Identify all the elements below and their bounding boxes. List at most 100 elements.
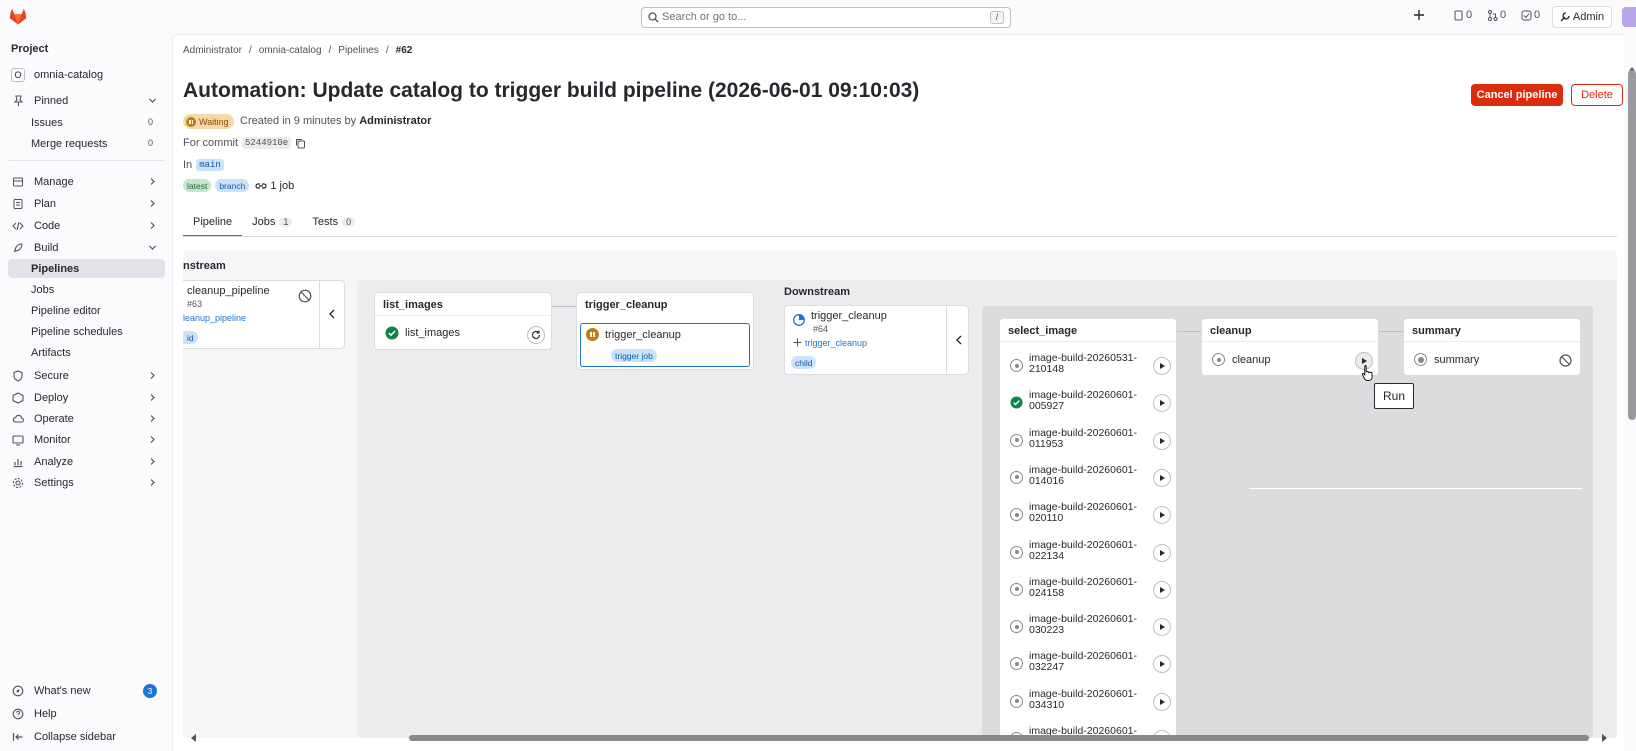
play-icon	[1160, 437, 1165, 444]
job-name: image-build-20260601- 024158	[1029, 576, 1153, 599]
breadcrumb-current[interactable]: #62	[396, 45, 413, 56]
play-button[interactable]	[1153, 506, 1171, 525]
play-button[interactable]	[1153, 394, 1171, 413]
sidebar-item-code[interactable]: Code	[8, 216, 165, 236]
tab-pipeline[interactable]: Pipeline	[183, 206, 243, 237]
breadcrumb-administrator[interactable]: Administrator	[183, 45, 242, 56]
todos-counter[interactable]: 0	[1521, 9, 1540, 21]
stage-name: select_image	[1008, 325, 1078, 337]
job-name-line: 030223	[1029, 624, 1065, 637]
sidebar-item-pipeline-schedules[interactable]: Pipeline schedules	[8, 322, 165, 341]
breadcrumb-pipelines[interactable]: Pipelines	[338, 45, 379, 56]
copy-icon[interactable]	[295, 138, 306, 149]
sidebar-item-build[interactable]: Build	[8, 238, 165, 258]
job-cleanup[interactable]: cleanup	[1212, 353, 1271, 366]
sidebar-item-merge-requests[interactable]: Merge requests 0	[8, 134, 165, 153]
stage-connector	[1177, 331, 1201, 332]
sidebar-item-analyze[interactable]: Analyze	[8, 452, 165, 472]
play-button[interactable]	[1153, 431, 1171, 450]
ref-name[interactable]: main	[196, 159, 224, 171]
search-shortcut: /	[990, 11, 1004, 24]
delete-button[interactable]: Delete	[1571, 84, 1623, 106]
play-icon	[1160, 698, 1165, 705]
sidebar-item-issues[interactable]: Issues 0	[8, 113, 165, 132]
horizontal-scrollbar[interactable]	[190, 733, 1610, 743]
sidebar-pinned[interactable]: Pinned	[8, 91, 165, 111]
vertical-scrollbar[interactable]	[1628, 70, 1636, 420]
select-image-job-row[interactable]: image-build-20260601- 011953	[1000, 424, 1176, 458]
stage-name: cleanup	[1210, 325, 1252, 337]
sidebar-item-monitor[interactable]: Monitor	[8, 430, 165, 450]
play-button[interactable]	[1153, 357, 1171, 375]
sidebar-item-settings[interactable]: Settings	[8, 473, 165, 493]
sidebar-item-manage[interactable]: Manage	[8, 172, 165, 192]
sidebar-item-plan[interactable]: Plan	[8, 194, 165, 214]
branch-badge: branch	[215, 179, 250, 192]
downstream-source[interactable]: trigger_cleanup	[793, 338, 867, 348]
merge-requests-counter[interactable]: 0	[1487, 9, 1506, 21]
select-image-job-row[interactable]: image-build-20260601- 030223	[1000, 610, 1176, 644]
select-image-job-row[interactable]: image-build-20260601- 034310	[1000, 685, 1176, 719]
play-icon	[1160, 363, 1165, 369]
job-list-images[interactable]: list_images	[385, 326, 460, 340]
sidebar-item-secure[interactable]: Secure	[8, 366, 165, 386]
admin-button[interactable]: Admin	[1552, 6, 1612, 28]
sidebar-item-pipeline-editor[interactable]: Pipeline editor	[8, 301, 165, 320]
chevron-down-icon	[149, 245, 156, 250]
sidebar-collapse[interactable]: Collapse sidebar	[8, 727, 165, 747]
tab-jobs[interactable]: Jobs 1	[242, 206, 302, 237]
sidebar-help[interactable]: Help	[8, 704, 165, 724]
chevron-right-icon	[150, 222, 155, 229]
trigger-job-pill: trigger job	[611, 349, 657, 362]
breadcrumb: Administrator / omnia-catalog / Pipelines /…	[183, 45, 413, 56]
chevron-right-icon	[150, 394, 155, 401]
gitlab-logo-icon[interactable]	[9, 8, 27, 25]
play-button[interactable]	[1153, 543, 1171, 562]
chart-icon	[10, 456, 26, 468]
deploy-icon	[10, 392, 26, 404]
jobs-link[interactable]: 1 job	[255, 180, 294, 192]
created-by-link[interactable]: Administrator	[359, 115, 431, 127]
scroll-thumb[interactable]	[409, 735, 1589, 741]
cancel-pipeline-button[interactable]: Cancel pipeline	[1471, 84, 1563, 106]
job-trigger-cleanup[interactable]: trigger_cleanup trigger job	[580, 323, 750, 367]
sidebar-item-jobs[interactable]: Jobs	[8, 280, 165, 299]
sidebar-whats-new[interactable]: What's new 3	[8, 681, 165, 701]
play-button[interactable]	[1153, 468, 1171, 487]
create-new-button[interactable]	[1413, 9, 1425, 21]
play-button[interactable]	[1153, 655, 1171, 674]
user-avatar[interactable]	[1622, 7, 1636, 27]
select-image-job-row[interactable]: image-build-20260601- 005927	[1000, 386, 1176, 420]
search-placeholder: Search or go to...	[662, 11, 747, 23]
sidebar-item-artifacts[interactable]: Artifacts	[8, 343, 165, 362]
sidebar-item-deploy[interactable]: Deploy	[8, 388, 165, 408]
play-button[interactable]	[1153, 692, 1171, 711]
issues-sidebar-count: 0	[147, 117, 153, 127]
select-image-job-row[interactable]: image-build-20260531- 210148	[1000, 349, 1176, 383]
retry-button[interactable]	[527, 326, 545, 344]
upstream-pipeline-card[interactable]: cleanup_pipeline #63 leanup_pipeline id	[183, 280, 345, 349]
select-image-job-row[interactable]: image-build-20260601- 020110	[1000, 498, 1176, 532]
collapse-downstream-icon[interactable]	[955, 335, 963, 345]
issues-counter[interactable]: 0	[1453, 9, 1472, 21]
sidebar-heading: Project	[11, 43, 49, 55]
collapse-upstream-icon[interactable]	[328, 309, 336, 319]
sidebar-project[interactable]: O omnia-catalog	[8, 65, 165, 85]
search-input[interactable]: Search or go to... /	[641, 7, 1011, 28]
select-image-job-row[interactable]: image-build-20260601- 014016	[1000, 461, 1176, 495]
play-button[interactable]	[1153, 580, 1171, 599]
breadcrumb-project[interactable]: omnia-catalog	[259, 45, 322, 56]
shield-icon	[10, 370, 26, 382]
job-summary[interactable]: summary	[1414, 353, 1479, 366]
select-image-job-row[interactable]: image-build-20260601- 024158	[1000, 573, 1176, 607]
play-button[interactable]	[1153, 618, 1171, 637]
commit-sha[interactable]: 5244910e	[242, 137, 292, 149]
downstream-pipeline-card[interactable]: trigger_cleanup #64 trigger_cleanup chil…	[784, 305, 969, 375]
tab-tests[interactable]: Tests 0	[302, 206, 365, 237]
select-image-job-row[interactable]: image-build-20260601- 022134	[1000, 536, 1176, 570]
sidebar-item-operate[interactable]: Operate	[8, 409, 165, 429]
sidebar-item-pipelines[interactable]: Pipelines	[8, 259, 165, 278]
cloud-icon	[10, 413, 26, 425]
select-image-job-row[interactable]: image-build-20260601- 032247	[1000, 647, 1176, 681]
play-icon	[1160, 512, 1165, 519]
